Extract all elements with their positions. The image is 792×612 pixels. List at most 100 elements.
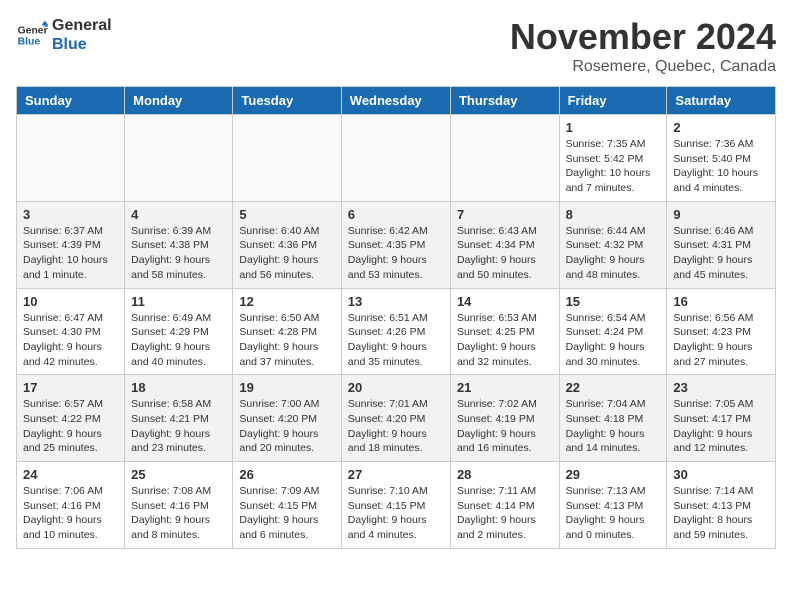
day-info: Sunrise: 6:43 AM Sunset: 4:34 PM Dayligh…: [457, 224, 553, 283]
header: General Blue General Blue November 2024 …: [16, 16, 776, 76]
day-number: 24: [23, 467, 118, 482]
day-number: 5: [239, 207, 334, 222]
day-number: 25: [131, 467, 226, 482]
logo: General Blue General Blue: [16, 16, 112, 54]
calendar-table: SundayMondayTuesdayWednesdayThursdayFrid…: [16, 86, 776, 549]
logo-line1: General: [52, 16, 112, 35]
calendar-cell: 30Sunrise: 7:14 AM Sunset: 4:13 PM Dayli…: [667, 462, 776, 549]
day-info: Sunrise: 6:57 AM Sunset: 4:22 PM Dayligh…: [23, 397, 118, 456]
day-info: Sunrise: 7:10 AM Sunset: 4:15 PM Dayligh…: [348, 484, 444, 543]
calendar-cell: 1 Sunrise: 7:35 AM Sunset: 5:42 PM Daylig…: [559, 115, 667, 202]
calendar-week-row: 17 Sunrise: 6:57 AM Sunset: 4:22 PM Dayli…: [17, 375, 776, 462]
day-number: 9: [673, 207, 769, 222]
weekday-header-saturday: Saturday: [667, 87, 776, 115]
calendar-cell: 21 Sunrise: 7:02 AM Sunset: 4:19 PM Dayli…: [450, 375, 559, 462]
day-info: Sunrise: 6:53 AM Sunset: 4:25 PM Dayligh…: [457, 311, 553, 370]
month-title: November 2024: [510, 16, 776, 58]
calendar-cell: [450, 115, 559, 202]
day-number: 14: [457, 294, 553, 309]
day-info: Sunrise: 6:58 AM Sunset: 4:21 PM Dayligh…: [131, 397, 226, 456]
day-number: 30: [673, 467, 769, 482]
calendar-cell: 16Sunrise: 6:56 AM Sunset: 4:23 PM Dayli…: [667, 288, 776, 375]
day-info: Sunrise: 6:44 AM Sunset: 4:32 PM Dayligh…: [566, 224, 661, 283]
weekday-header-tuesday: Tuesday: [233, 87, 341, 115]
calendar-cell: [17, 115, 125, 202]
calendar-cell: 18 Sunrise: 6:58 AM Sunset: 4:21 PM Dayli…: [125, 375, 233, 462]
day-info: Sunrise: 7:09 AM Sunset: 4:15 PM Dayligh…: [239, 484, 334, 543]
logo-line2: Blue: [52, 35, 112, 54]
calendar-cell: 3 Sunrise: 6:37 AM Sunset: 4:39 PM Daylig…: [17, 201, 125, 288]
day-number: 12: [239, 294, 334, 309]
day-number: 18: [131, 380, 226, 395]
day-number: 26: [239, 467, 334, 482]
calendar-cell: 4 Sunrise: 6:39 AM Sunset: 4:38 PM Daylig…: [125, 201, 233, 288]
day-number: 13: [348, 294, 444, 309]
svg-text:Blue: Blue: [18, 37, 41, 48]
calendar-cell: 6Sunrise: 6:42 AM Sunset: 4:35 PM Daylig…: [341, 201, 450, 288]
calendar-cell: 26 Sunrise: 7:09 AM Sunset: 4:15 PM Dayli…: [233, 462, 341, 549]
day-info: Sunrise: 7:06 AM Sunset: 4:16 PM Dayligh…: [23, 484, 118, 543]
calendar-cell: 13 Sunrise: 6:51 AM Sunset: 4:26 PM Dayli…: [341, 288, 450, 375]
calendar-week-row: 10 Sunrise: 6:47 AM Sunset: 4:30 PM Dayli…: [17, 288, 776, 375]
calendar-cell: 29 Sunrise: 7:13 AM Sunset: 4:13 PM Dayli…: [559, 462, 667, 549]
day-info: Sunrise: 6:42 AM Sunset: 4:35 PM Dayligh…: [348, 224, 444, 283]
calendar-cell: 12 Sunrise: 6:50 AM Sunset: 4:28 PM Dayli…: [233, 288, 341, 375]
calendar-cell: 19 Sunrise: 7:00 AM Sunset: 4:20 PM Dayli…: [233, 375, 341, 462]
day-number: 3: [23, 207, 118, 222]
day-info: Sunrise: 6:40 AM Sunset: 4:36 PM Dayligh…: [239, 224, 334, 283]
location-title: Rosemere, Quebec, Canada: [510, 58, 776, 76]
day-number: 22: [566, 380, 661, 395]
day-number: 20: [348, 380, 444, 395]
day-number: 8: [566, 207, 661, 222]
day-number: 19: [239, 380, 334, 395]
day-info: Sunrise: 7:35 AM Sunset: 5:42 PM Dayligh…: [566, 137, 661, 196]
day-info: Sunrise: 6:50 AM Sunset: 4:28 PM Dayligh…: [239, 311, 334, 370]
day-number: 10: [23, 294, 118, 309]
weekday-header-wednesday: Wednesday: [341, 87, 450, 115]
calendar-cell: 17 Sunrise: 6:57 AM Sunset: 4:22 PM Dayli…: [17, 375, 125, 462]
day-info: Sunrise: 6:56 AM Sunset: 4:23 PM Dayligh…: [673, 311, 769, 370]
day-number: 23: [673, 380, 769, 395]
day-number: 29: [566, 467, 661, 482]
day-info: Sunrise: 6:39 AM Sunset: 4:38 PM Dayligh…: [131, 224, 226, 283]
day-info: Sunrise: 6:54 AM Sunset: 4:24 PM Dayligh…: [566, 311, 661, 370]
day-info: Sunrise: 7:13 AM Sunset: 4:13 PM Dayligh…: [566, 484, 661, 543]
calendar-cell: [341, 115, 450, 202]
calendar-cell: 7Sunrise: 6:43 AM Sunset: 4:34 PM Daylig…: [450, 201, 559, 288]
day-info: Sunrise: 7:04 AM Sunset: 4:18 PM Dayligh…: [566, 397, 661, 456]
day-info: Sunrise: 7:08 AM Sunset: 4:16 PM Dayligh…: [131, 484, 226, 543]
calendar-cell: 14 Sunrise: 6:53 AM Sunset: 4:25 PM Dayli…: [450, 288, 559, 375]
calendar-cell: 22 Sunrise: 7:04 AM Sunset: 4:18 PM Dayli…: [559, 375, 667, 462]
header-row: SundayMondayTuesdayWednesdayThursdayFrid…: [17, 87, 776, 115]
day-number: 11: [131, 294, 226, 309]
calendar-week-row: 1 Sunrise: 7:35 AM Sunset: 5:42 PM Daylig…: [17, 115, 776, 202]
day-number: 1: [566, 120, 661, 135]
day-info: Sunrise: 7:01 AM Sunset: 4:20 PM Dayligh…: [348, 397, 444, 456]
calendar-cell: 23Sunrise: 7:05 AM Sunset: 4:17 PM Dayli…: [667, 375, 776, 462]
day-info: Sunrise: 7:00 AM Sunset: 4:20 PM Dayligh…: [239, 397, 334, 456]
day-number: 17: [23, 380, 118, 395]
day-info: Sunrise: 6:51 AM Sunset: 4:26 PM Dayligh…: [348, 311, 444, 370]
calendar-cell: 24 Sunrise: 7:06 AM Sunset: 4:16 PM Dayli…: [17, 462, 125, 549]
weekday-header-thursday: Thursday: [450, 87, 559, 115]
calendar-cell: 5 Sunrise: 6:40 AM Sunset: 4:36 PM Daylig…: [233, 201, 341, 288]
day-number: 15: [566, 294, 661, 309]
day-info: Sunrise: 7:36 AM Sunset: 5:40 PM Dayligh…: [673, 137, 769, 196]
calendar-cell: [125, 115, 233, 202]
calendar-week-row: 3 Sunrise: 6:37 AM Sunset: 4:39 PM Daylig…: [17, 201, 776, 288]
day-number: 21: [457, 380, 553, 395]
calendar-cell: 20 Sunrise: 7:01 AM Sunset: 4:20 PM Dayli…: [341, 375, 450, 462]
day-info: Sunrise: 6:49 AM Sunset: 4:29 PM Dayligh…: [131, 311, 226, 370]
day-info: Sunrise: 7:11 AM Sunset: 4:14 PM Dayligh…: [457, 484, 553, 543]
day-info: Sunrise: 7:02 AM Sunset: 4:19 PM Dayligh…: [457, 397, 553, 456]
calendar-cell: 10 Sunrise: 6:47 AM Sunset: 4:30 PM Dayli…: [17, 288, 125, 375]
day-number: 2: [673, 120, 769, 135]
day-info: Sunrise: 6:46 AM Sunset: 4:31 PM Dayligh…: [673, 224, 769, 283]
day-info: Sunrise: 6:47 AM Sunset: 4:30 PM Dayligh…: [23, 311, 118, 370]
day-number: 4: [131, 207, 226, 222]
calendar-cell: 9 Sunrise: 6:46 AM Sunset: 4:31 PM Daylig…: [667, 201, 776, 288]
calendar-cell: 28 Sunrise: 7:11 AM Sunset: 4:14 PM Dayli…: [450, 462, 559, 549]
calendar-cell: 25 Sunrise: 7:08 AM Sunset: 4:16 PM Dayli…: [125, 462, 233, 549]
day-number: 28: [457, 467, 553, 482]
day-info: Sunrise: 6:37 AM Sunset: 4:39 PM Dayligh…: [23, 224, 118, 283]
